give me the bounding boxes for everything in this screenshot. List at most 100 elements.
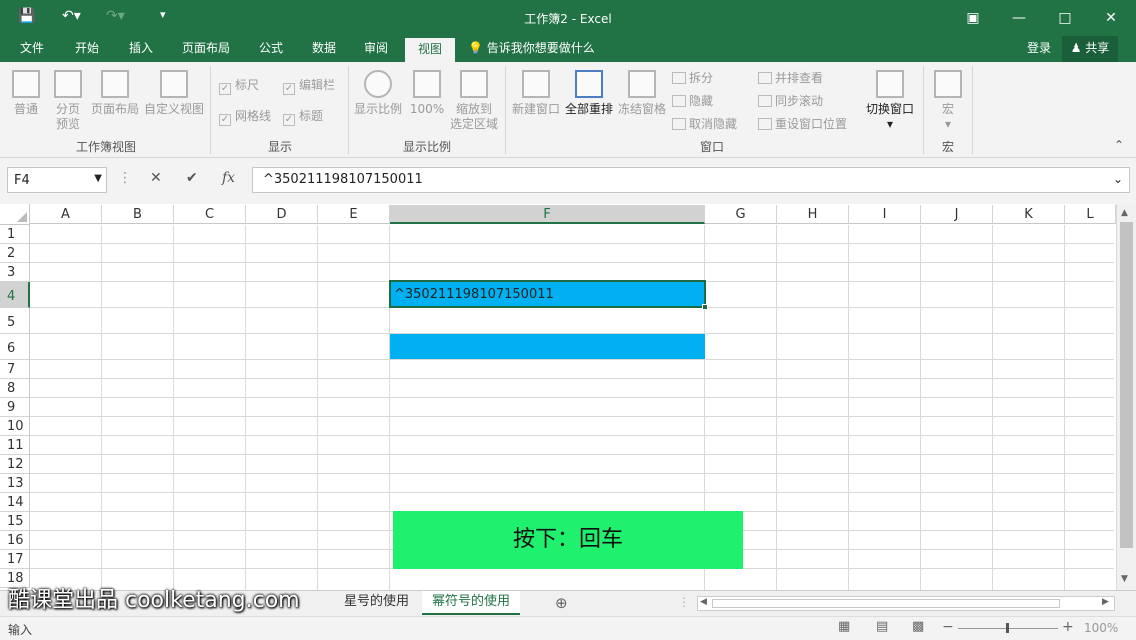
scroll-up-icon[interactable]: ▲ xyxy=(1121,208,1128,218)
active-cell-f4[interactable]: ^350211198107150011 xyxy=(389,280,706,308)
zoom-100-button[interactable]: 100% xyxy=(408,70,446,117)
row-header[interactable]: 16 xyxy=(0,531,30,550)
zoom-level[interactable]: 100% xyxy=(1084,621,1118,635)
close-button[interactable]: ✕ xyxy=(1088,6,1134,30)
normal-view-icon[interactable]: ▦ xyxy=(838,619,850,634)
insert-function-icon[interactable]: fx xyxy=(222,170,235,186)
maximize-button[interactable]: □ xyxy=(1042,6,1088,30)
tab-view[interactable]: 视图 xyxy=(405,36,455,62)
column-header[interactable]: C xyxy=(174,205,246,224)
column-header[interactable]: D xyxy=(246,205,318,224)
reset-window-position-button[interactable]: 重设窗口位置 xyxy=(758,115,847,132)
scroll-left-icon[interactable]: ◀ xyxy=(700,597,707,607)
page-layout-view-icon[interactable]: ▤ xyxy=(876,619,888,634)
expand-formula-bar-icon[interactable]: ⌄ xyxy=(1113,172,1123,186)
page-layout-view-button[interactable]: 页面布局 xyxy=(90,70,140,117)
page-break-view-icon[interactable]: ▩ xyxy=(912,619,924,634)
column-header[interactable]: E xyxy=(318,205,390,224)
row-header-selected[interactable]: 4 xyxy=(0,282,30,308)
macros-button[interactable]: 宏 ▾ xyxy=(928,70,968,132)
row-header[interactable]: 2 xyxy=(0,244,30,263)
row-header[interactable]: 7 xyxy=(0,360,30,379)
row-header[interactable]: 3 xyxy=(0,263,30,282)
switch-windows-button[interactable]: 切换窗口 ▾ xyxy=(862,70,918,132)
horizontal-scrollbar[interactable]: ◀ ▶ xyxy=(697,596,1115,611)
vertical-scrollbar[interactable]: ▲ ▼ xyxy=(1116,204,1136,590)
zoom-in-icon[interactable]: + xyxy=(1062,619,1074,635)
page-break-preview-button[interactable]: 分页 预览 xyxy=(50,70,86,132)
name-box[interactable]: F4 ▼ xyxy=(7,167,107,193)
row-header[interactable]: 11 xyxy=(0,436,30,455)
add-sheet-icon[interactable]: ⊕ xyxy=(555,594,568,612)
column-header[interactable]: H xyxy=(777,205,849,224)
tab-formulas[interactable]: 公式 xyxy=(250,36,292,62)
split-icon xyxy=(672,72,686,84)
share-button[interactable]: ♟ 共享 xyxy=(1062,36,1118,62)
row-header[interactable]: 15 xyxy=(0,512,30,531)
minimize-button[interactable]: — xyxy=(996,6,1042,30)
synchronous-scrolling-button[interactable]: 同步滚动 xyxy=(758,92,823,109)
scroll-down-icon[interactable]: ▼ xyxy=(1121,574,1128,584)
select-all-corner[interactable] xyxy=(0,204,30,225)
row-header[interactable]: 14 xyxy=(0,493,30,512)
new-window-button[interactable]: 新建窗口 xyxy=(510,70,562,117)
sheet-tab-active[interactable]: 幂符号的使用 xyxy=(422,591,521,615)
tell-me-box[interactable]: 💡 告诉我你想要做什么 xyxy=(468,36,608,62)
scrollbar-thumb[interactable] xyxy=(1120,222,1133,548)
collapse-ribbon-icon[interactable]: ⌃ xyxy=(1114,138,1124,152)
cancel-icon[interactable]: ✕ xyxy=(150,170,162,186)
freeze-panes-button[interactable]: 冻结窗格 xyxy=(616,70,668,117)
zoom-out-icon[interactable]: − xyxy=(942,619,954,635)
row-header[interactable]: 13 xyxy=(0,474,30,493)
fill-handle[interactable] xyxy=(702,304,708,310)
row-header[interactable]: 12 xyxy=(0,455,30,474)
mode-indicator: 输入 xyxy=(8,623,33,637)
column-header-selected[interactable]: F xyxy=(390,205,705,224)
column-header[interactable]: A xyxy=(30,205,102,224)
column-header[interactable]: G xyxy=(705,205,777,224)
column-header[interactable]: B xyxy=(102,205,174,224)
ruler-checkbox[interactable]: ✓ 标尺 xyxy=(219,76,259,95)
view-side-by-side-button[interactable]: 并排查看 xyxy=(758,69,823,86)
row-header[interactable]: 17 xyxy=(0,550,30,569)
row-header[interactable]: 10 xyxy=(0,417,30,436)
row-header[interactable]: 9 xyxy=(0,398,30,417)
tab-review[interactable]: 审阅 xyxy=(354,36,398,62)
column-header[interactable]: L xyxy=(1065,205,1116,224)
cell-f6-highlight[interactable] xyxy=(390,334,705,359)
zoom-to-selection-button[interactable]: 缩放到 选定区域 xyxy=(448,70,500,132)
zoom-button[interactable]: 显示比例 xyxy=(354,70,402,117)
split-button[interactable]: 拆分 xyxy=(672,69,713,86)
row-header[interactable]: 1 xyxy=(0,225,30,244)
scroll-right-icon[interactable]: ▶ xyxy=(1102,597,1109,607)
zoom-slider[interactable] xyxy=(958,623,1058,633)
check-icon: ✓ xyxy=(219,114,231,126)
headings-checkbox[interactable]: ✓ 标题 xyxy=(283,107,323,126)
formula-input[interactable]: ^350211198107150011 ⌄ xyxy=(252,167,1130,193)
normal-view-button[interactable]: 普通 xyxy=(8,70,44,117)
enter-icon[interactable]: ✔ xyxy=(186,170,198,186)
formula-bar-checkbox[interactable]: ✓ 编辑栏 xyxy=(283,76,335,95)
column-header[interactable]: J xyxy=(921,205,993,224)
chevron-down-icon[interactable]: ▼ xyxy=(94,173,102,184)
row-header[interactable]: 5 xyxy=(0,308,30,334)
arrange-all-button[interactable]: 全部重排 xyxy=(563,70,615,117)
horizontal-scrollbar-thumb[interactable] xyxy=(712,599,1060,608)
tab-insert[interactable]: 插入 xyxy=(118,36,164,62)
row-header[interactable]: 6 xyxy=(0,334,30,360)
zoom-slider-thumb[interactable] xyxy=(1006,623,1009,633)
tab-home[interactable]: 开始 xyxy=(64,36,110,62)
hide-button[interactable]: 隐藏 xyxy=(672,92,713,109)
gridlines-checkbox[interactable]: ✓ 网格线 xyxy=(219,107,271,126)
column-header[interactable]: I xyxy=(849,205,921,224)
column-header[interactable]: K xyxy=(993,205,1065,224)
tab-page-layout[interactable]: 页面布局 xyxy=(172,36,240,62)
tab-data[interactable]: 数据 xyxy=(302,36,346,62)
custom-views-button[interactable]: 自定义视图 xyxy=(143,70,205,117)
tab-file[interactable]: 文件 xyxy=(10,36,54,62)
ribbon-display-options-icon[interactable]: ▣ xyxy=(950,6,996,30)
row-header[interactable]: 8 xyxy=(0,379,30,398)
login-link[interactable]: 登录 xyxy=(1020,36,1058,62)
sheet-tab[interactable]: 星号的使用 xyxy=(334,591,419,615)
unhide-button[interactable]: 取消隐藏 xyxy=(672,115,737,132)
